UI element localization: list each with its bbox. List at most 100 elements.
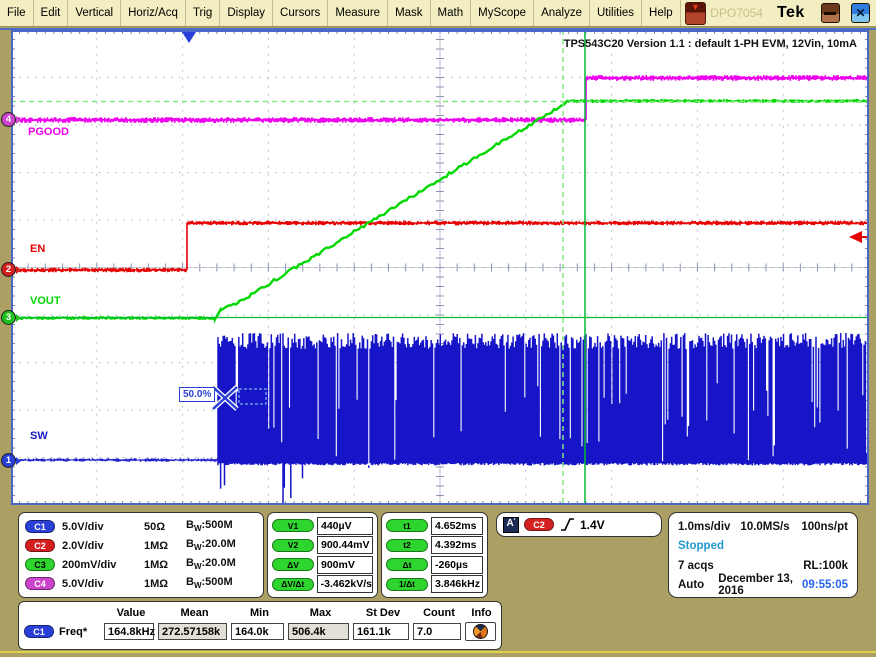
- cursor-badge-dv: ΔV: [272, 558, 314, 571]
- minimize-button[interactable]: [821, 3, 840, 23]
- record-length: RL:100k: [803, 560, 848, 572]
- menu-item-trig[interactable]: Trig: [186, 0, 220, 26]
- cursor-badge-v2: V2: [272, 539, 314, 552]
- channel-3-marker-circle: 3: [1, 310, 16, 325]
- channel-scale-c1: 5.0V/div: [62, 521, 144, 533]
- trace-label-sw: SW: [30, 430, 48, 442]
- cursor-value-1dt: 3.846kHz: [431, 575, 483, 593]
- cursor-value-dvdt: -3.462kV/s: [317, 575, 373, 593]
- close-button[interactable]: ✕: [851, 3, 870, 23]
- tek-app-button[interactable]: ▼: [685, 2, 707, 25]
- channel-badge-c2[interactable]: C2: [25, 539, 55, 552]
- menu-item-horiz-acq[interactable]: Horiz/Acq: [121, 0, 186, 26]
- measurement-name: Freq*: [59, 626, 87, 638]
- measurement-value: 164.8kHz: [104, 623, 154, 640]
- cursor-row-t1: t1 4.652ms: [386, 516, 483, 536]
- menu-item-file[interactable]: File: [0, 0, 34, 26]
- channel-row-c4: C4 5.0V/div 1MΩ BW:500M: [25, 574, 257, 593]
- cursor-badge-1dt: 1/Δt: [386, 578, 428, 591]
- channel-scale-c3: 200mV/div: [62, 559, 144, 571]
- channel-badge-c1[interactable]: C1: [25, 520, 55, 533]
- channel-4-marker-arrow: [16, 116, 21, 124]
- measurement-stdev: 161.1k: [353, 623, 409, 640]
- trigger-level-readout[interactable]: 50.0%: [179, 387, 215, 402]
- trigger-position-marker[interactable]: [182, 32, 196, 43]
- info-icon[interactable]: [473, 624, 488, 639]
- channel-2-reference-marker[interactable]: 2: [1, 262, 21, 277]
- annotation-text: TPS543C20 Version 1.1 : default 1-PH EVM…: [564, 38, 857, 50]
- channel-impedance-c4: 1MΩ: [144, 578, 186, 590]
- trigger-level-value: 1.4V: [580, 518, 605, 532]
- measurement-header-min: Min: [231, 604, 288, 622]
- channel-4-marker-circle: 4: [1, 112, 16, 127]
- trigger-panel: A' C2 1.4V: [496, 512, 662, 537]
- waveform-area: TPS543C20 Version 1.1 : default 1-PH EVM…: [11, 30, 869, 505]
- measurement-min: 164.0k: [231, 623, 284, 640]
- measurement-source-badge: C1: [24, 625, 54, 638]
- channel-row-c3: C3 200mV/div 1MΩ BW:20.0M: [25, 555, 257, 574]
- cursor-badge-t2: t2: [386, 539, 428, 552]
- menu-item-edit[interactable]: Edit: [34, 0, 69, 26]
- channel-impedance-c1: 50Ω: [144, 521, 186, 533]
- cursor-badge-dvdt: ΔV/Δt: [272, 578, 314, 591]
- menu-item-math[interactable]: Math: [431, 0, 472, 26]
- measurement-header-row: Value Mean Min Max St Dev Count Info: [22, 604, 498, 622]
- cursor-value-dv: 900mV: [317, 556, 373, 574]
- cursor-value-t1: 4.652ms: [431, 517, 483, 535]
- channel-scale-c4: 5.0V/div: [62, 578, 144, 590]
- cursor-badge-v1: V1: [272, 519, 314, 532]
- channel-bandwidth-c3: BW:20.0M: [186, 557, 236, 571]
- measurement-max: 506.4k: [288, 623, 349, 640]
- menu-item-mask[interactable]: Mask: [388, 0, 430, 26]
- channel-3-reference-marker[interactable]: 3: [1, 310, 21, 325]
- channel-badge-c4[interactable]: C4: [25, 577, 55, 590]
- channel-impedance-c2: 1MΩ: [144, 540, 186, 552]
- channel-row-c2: C2 2.0V/div 1MΩ BW:20.0M: [25, 536, 257, 555]
- measurement-header-value: Value: [104, 604, 158, 622]
- channel-2-marker-arrow: [16, 266, 21, 274]
- menu-item-analyze[interactable]: Analyze: [534, 0, 590, 26]
- measurement-row-freq: C1 Freq* 164.8kHz 272.57158k 164.0k 506.…: [22, 622, 498, 641]
- channel-badge-c3[interactable]: C3: [25, 558, 55, 571]
- measurement-count: 7.0: [413, 623, 461, 640]
- measurement-panel: Value Mean Min Max St Dev Count Info C1 …: [18, 601, 502, 650]
- tek-logo: Tek: [777, 4, 805, 22]
- menu-item-help[interactable]: Help: [642, 0, 681, 26]
- menu-item-measure[interactable]: Measure: [328, 0, 388, 26]
- menu-item-display[interactable]: Display: [220, 0, 273, 26]
- time-readout: 09:55:05: [802, 579, 848, 591]
- channel-scale-c2: 2.0V/div: [62, 540, 144, 552]
- cursor-voltage-panel: V1 440µV V2 900.44mV ΔV 900mV ΔV/Δt -3.4…: [267, 512, 378, 598]
- channel-1-reference-marker[interactable]: 1: [1, 453, 21, 468]
- cursor-row-1dt: 1/Δt 3.846kHz: [386, 575, 483, 595]
- bottom-separator: [0, 651, 876, 653]
- measurement-mean: 272.57158k: [158, 623, 227, 640]
- cursor-row-v2: V2 900.44mV: [272, 536, 373, 556]
- menu-item-myscope[interactable]: MyScope: [471, 0, 534, 26]
- menu-bar: File Edit Vertical Horiz/Acq Trig Displa…: [0, 0, 876, 27]
- sample-rate: 10.0MS/s: [740, 521, 789, 533]
- trigger-level-arrow[interactable]: [849, 231, 862, 243]
- cursor-badge-dt: Δt: [386, 558, 428, 571]
- channel-impedance-c3: 1MΩ: [144, 559, 186, 571]
- trigger-mode: Auto: [678, 579, 704, 591]
- menu-item-vertical[interactable]: Vertical: [68, 0, 121, 26]
- oscilloscope-screen: File Edit Vertical Horiz/Acq Trig Displa…: [0, 0, 876, 657]
- sample-resolution: 100ns/pt: [801, 521, 848, 533]
- trace-label-en: EN: [30, 243, 45, 255]
- cursor-value-v1: 440µV: [317, 517, 373, 535]
- menu-item-cursors[interactable]: Cursors: [273, 0, 328, 26]
- trigger-a-badge: A': [503, 517, 519, 533]
- channel-settings-panel: C1 5.0V/div 50Ω BW:500M C2 2.0V/div 1MΩ …: [18, 512, 264, 598]
- measurement-info-cell[interactable]: [465, 622, 496, 641]
- cursor-time-panel: t1 4.652ms t2 4.392ms Δt -260µs 1/Δt 3.8…: [381, 512, 488, 598]
- channel-4-reference-marker[interactable]: 4: [1, 112, 21, 127]
- trigger-source-badge: C2: [524, 518, 554, 531]
- channel-1-marker-circle: 1: [1, 453, 16, 468]
- cursor-value-t2: 4.392ms: [431, 536, 483, 554]
- timebase-panel: 1.0ms/div 10.0MS/s 100ns/pt Stopped 7 ac…: [668, 512, 858, 598]
- trace-label-pgood: PGOOD: [28, 126, 69, 138]
- menu-item-utilities[interactable]: Utilities: [590, 0, 642, 26]
- measurement-header-info: Info: [465, 604, 498, 622]
- timebase-scale: 1.0ms/div: [678, 521, 730, 533]
